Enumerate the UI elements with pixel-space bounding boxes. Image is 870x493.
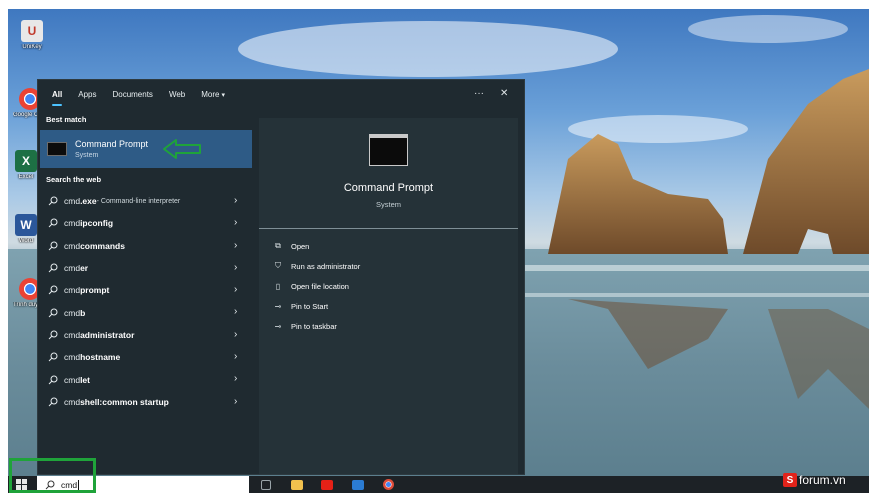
search-highlight-annotation	[9, 458, 96, 493]
best-match-item[interactable]: Command Prompt System	[40, 130, 252, 168]
web-result-item[interactable]: cmd er ›	[38, 257, 252, 279]
divider	[259, 228, 518, 229]
chevron-right-icon: ›	[234, 239, 238, 251]
web-result-item[interactable]: cmd commands ›	[38, 235, 252, 257]
file-explorer-icon[interactable]	[291, 480, 303, 490]
tab-more[interactable]: More ▾	[201, 80, 225, 110]
chevron-right-icon: ›	[234, 306, 238, 318]
word-icon: W	[15, 214, 37, 236]
chrome-icon[interactable]	[383, 479, 394, 490]
web-result-item[interactable]: cmd administrator ›	[38, 324, 252, 346]
search-icon	[48, 397, 58, 407]
chevron-down-icon: ▾	[221, 92, 225, 99]
desktop-icon-unikey[interactable]: U UniKey	[14, 20, 50, 51]
green-arrow-annotation	[163, 139, 201, 159]
chevron-right-icon: ›	[234, 195, 238, 206]
open-icon: ⧉	[275, 241, 281, 250]
excel-icon: X	[15, 150, 37, 172]
chevron-right-icon: ›	[234, 328, 238, 340]
web-result-item[interactable]: cmd .exe - Command-line interpreter ›	[38, 190, 252, 212]
web-result-item[interactable]: cmd shell:common startup ›	[38, 391, 252, 413]
search-icon	[48, 285, 58, 295]
tab-documents[interactable]: Documents	[112, 80, 152, 110]
search-icon	[48, 241, 58, 251]
pin-taskbar-icon: ⊸	[274, 321, 282, 331]
word-icon[interactable]	[352, 480, 364, 490]
search-panel: All Apps Documents Web More ▾ ··· ✕ Best …	[37, 79, 525, 475]
task-view-icon[interactable]	[261, 480, 271, 490]
watermark: S forum.vn	[783, 470, 846, 490]
tab-all[interactable]: All	[52, 80, 63, 110]
unikey-icon: U	[21, 20, 43, 42]
search-icon	[48, 263, 58, 273]
tab-apps[interactable]: Apps	[78, 80, 96, 110]
best-match-heading: Best match	[46, 115, 87, 124]
pin-start-icon: ⊸	[274, 301, 282, 311]
web-result-item[interactable]: cmd let ›	[38, 368, 252, 390]
chevron-right-icon: ›	[234, 261, 238, 273]
tab-web[interactable]: Web	[169, 80, 185, 110]
chevron-right-icon: ›	[234, 395, 238, 407]
command-prompt-icon	[369, 134, 408, 166]
youtube-icon[interactable]	[321, 480, 333, 490]
desktop-icon-label: UniKey	[22, 44, 42, 50]
action-run-as-administrator[interactable]: ⛉ Run as administrator	[273, 259, 360, 273]
search-web-heading: Search the web	[46, 175, 102, 184]
action-open[interactable]: ⧉ Open	[273, 239, 309, 253]
action-pin-to-taskbar[interactable]: ⊸ Pin to taskbar	[273, 319, 337, 333]
best-match-subtitle: System	[75, 152, 99, 159]
chevron-right-icon: ›	[234, 373, 238, 385]
search-icon	[48, 352, 58, 362]
search-icon	[48, 308, 58, 317]
action-open-file-location[interactable]: ▯ Open file location	[273, 279, 349, 293]
search-tabs: All Apps Documents Web More ▾	[38, 80, 524, 110]
web-result-item[interactable]: cmd b ›	[38, 301, 252, 323]
chevron-right-icon: ›	[234, 284, 238, 296]
web-result-item[interactable]: cmd hostname ›	[38, 346, 252, 368]
file-location-icon: ▯	[275, 281, 281, 291]
search-icon	[48, 196, 58, 206]
web-result-item[interactable]: cmd prompt ›	[38, 279, 252, 301]
sforum-logo: S	[783, 473, 797, 487]
app-detail-pane: Command Prompt System ⧉ Open ⛉ Run as ad…	[259, 118, 518, 474]
watermark-text: forum.vn	[799, 473, 846, 487]
search-icon	[48, 218, 58, 228]
search-icon	[48, 330, 58, 340]
taskbar: cmd	[8, 476, 869, 493]
shield-run-icon: ⛉	[275, 261, 281, 270]
detail-title: Command Prompt	[343, 182, 434, 194]
best-match-title: Command Prompt	[75, 139, 149, 149]
chevron-right-icon: ›	[234, 217, 238, 229]
more-options-button[interactable]: ···	[474, 88, 484, 99]
close-button[interactable]: ✕	[500, 88, 508, 99]
web-result-item[interactable]: cmd ipconfig ›	[38, 212, 252, 234]
action-pin-to-start[interactable]: ⊸ Pin to Start	[273, 299, 328, 313]
search-icon	[48, 375, 58, 384]
command-prompt-icon	[47, 142, 67, 156]
detail-subtitle: System	[375, 200, 401, 209]
results-list: Best match Command Prompt System Search …	[38, 110, 252, 474]
chevron-right-icon: ›	[234, 351, 238, 363]
